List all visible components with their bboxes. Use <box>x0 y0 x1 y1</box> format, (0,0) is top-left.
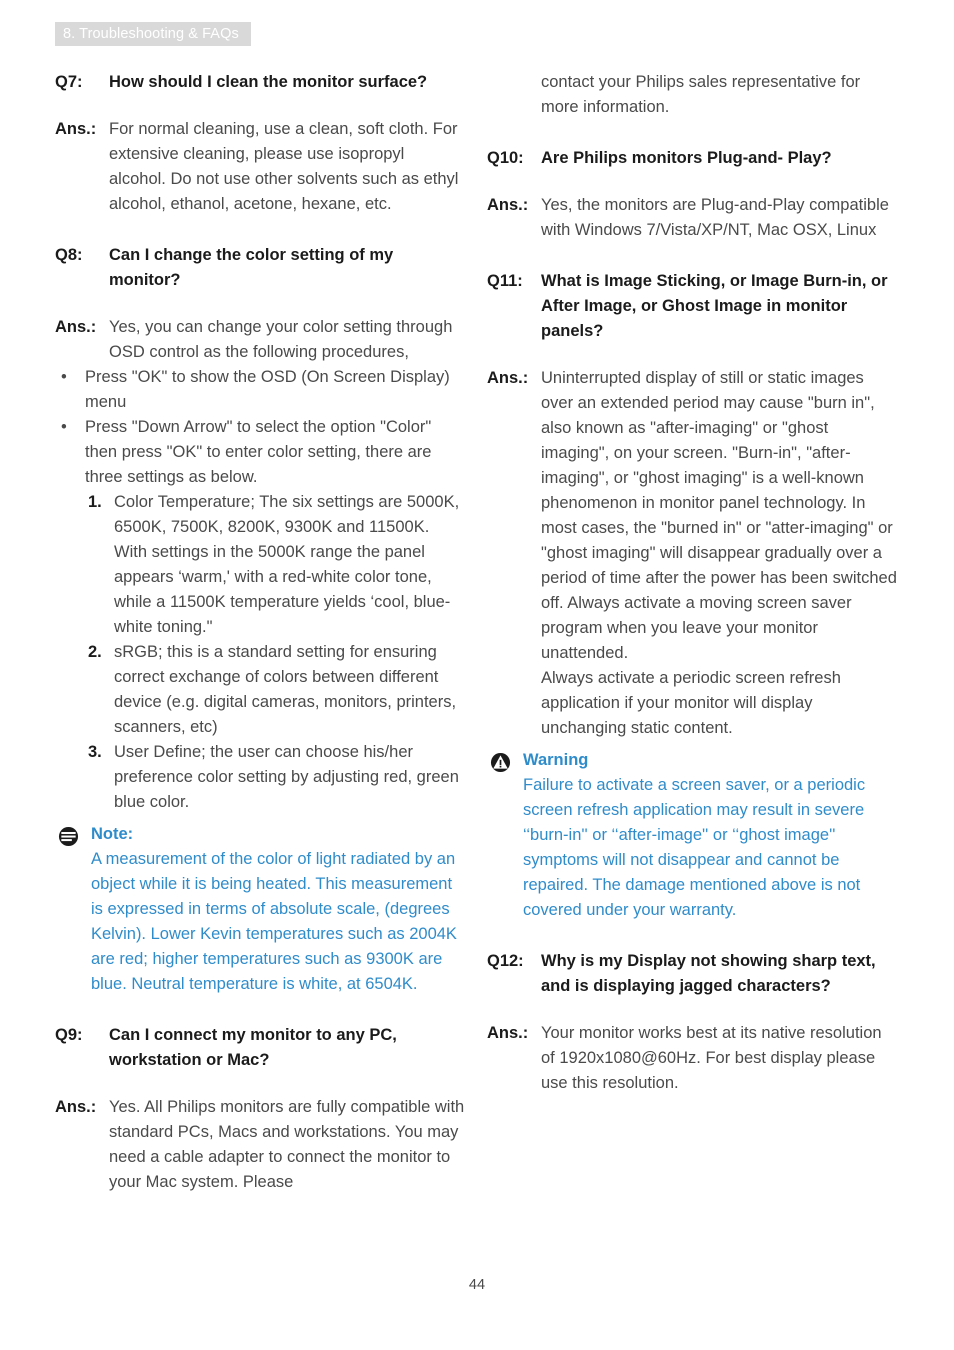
question-q7: Q7: How should I clean the monitor surfa… <box>55 70 465 95</box>
q9-text: Can I connect my monitor to any PC, work… <box>109 1026 397 1069</box>
number-text: Color Temperature; The six settings are … <box>114 493 460 636</box>
page-number: 44 <box>468 1277 486 1293</box>
document-page: 8. Troubleshooting & FAQs Q7: How should… <box>0 0 954 1350</box>
bullet-marker: • <box>61 368 67 386</box>
q11-ans-tag: Ans.: <box>487 369 529 387</box>
q9-ans-text: Yes. All Philips monitors are fully comp… <box>109 1098 465 1191</box>
q8-tag: Q8: <box>55 246 83 264</box>
number-marker: 2. <box>88 643 102 661</box>
question-q9: Q9: Can I connect my monitor to any PC, … <box>55 1023 465 1073</box>
q7-ans-tag: Ans.: <box>55 120 97 138</box>
note-callout: Note: A measurement of the color of ligh… <box>55 823 465 997</box>
q11-tag: Q11: <box>487 272 523 290</box>
answer-q12: Ans.: Your monitor works best at its nat… <box>487 1021 897 1096</box>
q7-text: How should I clean the monitor surface? <box>109 73 428 91</box>
answer-q10: Ans.: Yes, the monitors are Plug-and-Pla… <box>487 193 897 243</box>
chapter-header-badge: 8. Troubleshooting & FAQs <box>55 22 251 46</box>
q10-ans-text: Yes, the monitors are Plug-and-Play comp… <box>541 196 889 239</box>
number-marker: 3. <box>88 743 102 761</box>
warning-callout: Warning Failure to activate a screen sav… <box>487 749 897 923</box>
q8-ans-tag: Ans.: <box>55 318 97 336</box>
note-title: Note: <box>91 825 134 843</box>
warning-text: Failure to activate a screen saver, or a… <box>523 776 866 919</box>
question-q12: Q12: Why is my Display not showing sharp… <box>487 949 897 999</box>
bullet-text: Press "OK" to show the OSD (On Screen Di… <box>85 368 450 411</box>
right-column: contact your Philips sales representativ… <box>487 70 897 1096</box>
warning-title: Warning <box>523 751 589 769</box>
q12-ans-text: Your monitor works best at its native re… <box>541 1024 882 1092</box>
note-icon <box>58 826 79 847</box>
q8-text: Can I change the color setting of my mon… <box>109 246 394 289</box>
answer-q9-continuation: contact your Philips sales representativ… <box>487 70 897 120</box>
q11-text: What is Image Sticking, or Image Burn-in… <box>541 272 888 340</box>
q11-ans-paragraph-1: Uninterrupted display of still or static… <box>541 369 897 662</box>
q9-ans-tag: Ans.: <box>55 1098 97 1116</box>
q11-ans-text: Uninterrupted display of still or static… <box>541 366 897 741</box>
answer-q7: Ans.: For normal cleaning, use a clean, … <box>55 117 465 217</box>
bullet-marker: • <box>61 418 67 436</box>
answer-q9: Ans.: Yes. All Philips monitors are full… <box>55 1095 465 1195</box>
number-text: sRGB; this is a standard setting for ens… <box>114 643 457 736</box>
answer-q11: Ans.: Uninterrupted display of still or … <box>487 366 897 741</box>
list-item: 2. sRGB; this is a standard setting for … <box>55 640 465 740</box>
list-item: • Press "OK" to show the OSD (On Screen … <box>55 365 465 415</box>
left-column: Q7: How should I clean the monitor surfa… <box>55 70 465 1195</box>
bullet-text: Press "Down Arrow" to select the option … <box>85 418 432 486</box>
q12-text: Why is my Display not showing sharp text… <box>541 952 876 995</box>
q11-ans-paragraph-2: Always activate a periodic screen refres… <box>541 669 841 737</box>
note-text: A measurement of the color of light radi… <box>91 850 457 993</box>
q9-tag: Q9: <box>55 1026 83 1044</box>
list-item: 1. Color Temperature; The six settings a… <box>55 490 465 640</box>
q10-text: Are Philips monitors Plug-and- Play? <box>541 149 832 167</box>
q12-ans-tag: Ans.: <box>487 1024 529 1042</box>
answer-q8: Ans.: Yes, you can change your color set… <box>55 315 465 365</box>
list-item: • Press "Down Arrow" to select the optio… <box>55 415 465 490</box>
q7-tag: Q7: <box>55 73 83 91</box>
q10-tag: Q10: <box>487 149 524 167</box>
list-item: 3. User Define; the user can choose his/… <box>55 740 465 815</box>
number-text: User Define; the user can choose his/her… <box>114 743 459 811</box>
continuation-text: contact your Philips sales representativ… <box>541 73 861 116</box>
question-q8: Q8: Can I change the color setting of my… <box>55 243 465 293</box>
q7-ans-text: For normal cleaning, use a clean, soft c… <box>109 120 459 213</box>
question-q11: Q11: What is Image Sticking, or Image Bu… <box>487 269 897 344</box>
q10-ans-tag: Ans.: <box>487 196 529 214</box>
warning-icon <box>490 752 511 773</box>
q8-ans-text: Yes, you can change your color setting t… <box>109 318 453 361</box>
number-marker: 1. <box>88 493 102 511</box>
question-q10: Q10: Are Philips monitors Plug-and- Play… <box>487 146 897 171</box>
q12-tag: Q12: <box>487 952 524 970</box>
